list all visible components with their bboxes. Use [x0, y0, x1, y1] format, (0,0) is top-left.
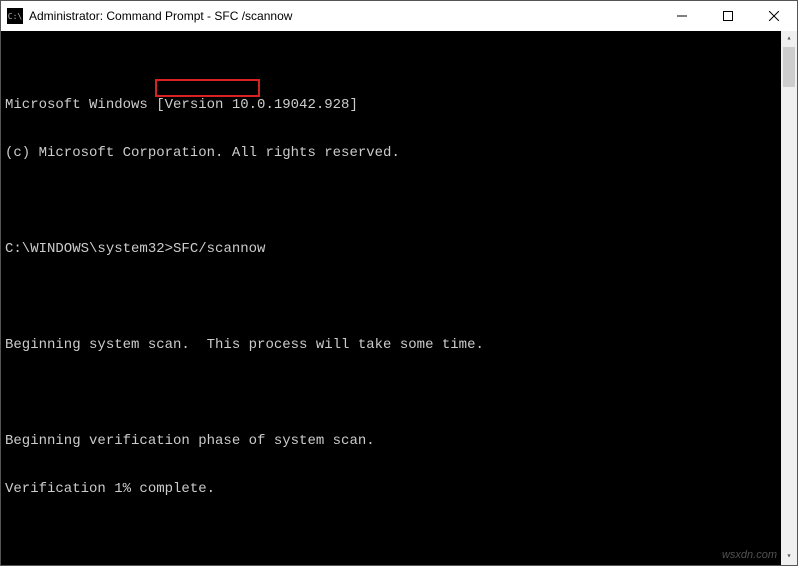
window-title: Administrator: Command Prompt - SFC /sca…: [29, 9, 659, 23]
maximize-button[interactable]: [705, 1, 751, 31]
scroll-down-arrow-icon[interactable]: ▾: [781, 549, 797, 565]
terminal-line: [5, 385, 793, 401]
terminal-line: (c) Microsoft Corporation. All rights re…: [5, 145, 793, 161]
terminal-line: Microsoft Windows [Version 10.0.19042.92…: [5, 97, 793, 113]
command-prompt-window: C:\ Administrator: Command Prompt - SFC …: [0, 0, 798, 566]
command-text: SFC/scannow: [173, 241, 265, 257]
cmd-icon: C:\: [7, 8, 23, 24]
scroll-thumb[interactable]: [783, 47, 795, 87]
terminal-line: Verification 1% complete.: [5, 481, 793, 497]
scroll-track[interactable]: [781, 47, 797, 549]
cmd-icon-text: C:\: [8, 12, 22, 21]
terminal[interactable]: Microsoft Windows [Version 10.0.19042.92…: [1, 31, 797, 565]
terminal-line: [5, 289, 793, 305]
close-button[interactable]: [751, 1, 797, 31]
terminal-prompt-line: C:\WINDOWS\system32>SFC/scannow: [5, 241, 793, 257]
terminal-line: Beginning verification phase of system s…: [5, 433, 793, 449]
vertical-scrollbar[interactable]: ▴ ▾: [781, 31, 797, 565]
titlebar[interactable]: C:\ Administrator: Command Prompt - SFC …: [1, 1, 797, 31]
terminal-content: Microsoft Windows [Version 10.0.19042.92…: [5, 65, 793, 529]
terminal-line: [5, 193, 793, 209]
minimize-button[interactable]: [659, 1, 705, 31]
window-controls: [659, 1, 797, 31]
watermark-text: wsxdn.com: [722, 547, 777, 563]
terminal-line: Beginning system scan. This process will…: [5, 337, 793, 353]
prompt-text: C:\WINDOWS\system32>: [5, 241, 173, 257]
scroll-up-arrow-icon[interactable]: ▴: [781, 31, 797, 47]
